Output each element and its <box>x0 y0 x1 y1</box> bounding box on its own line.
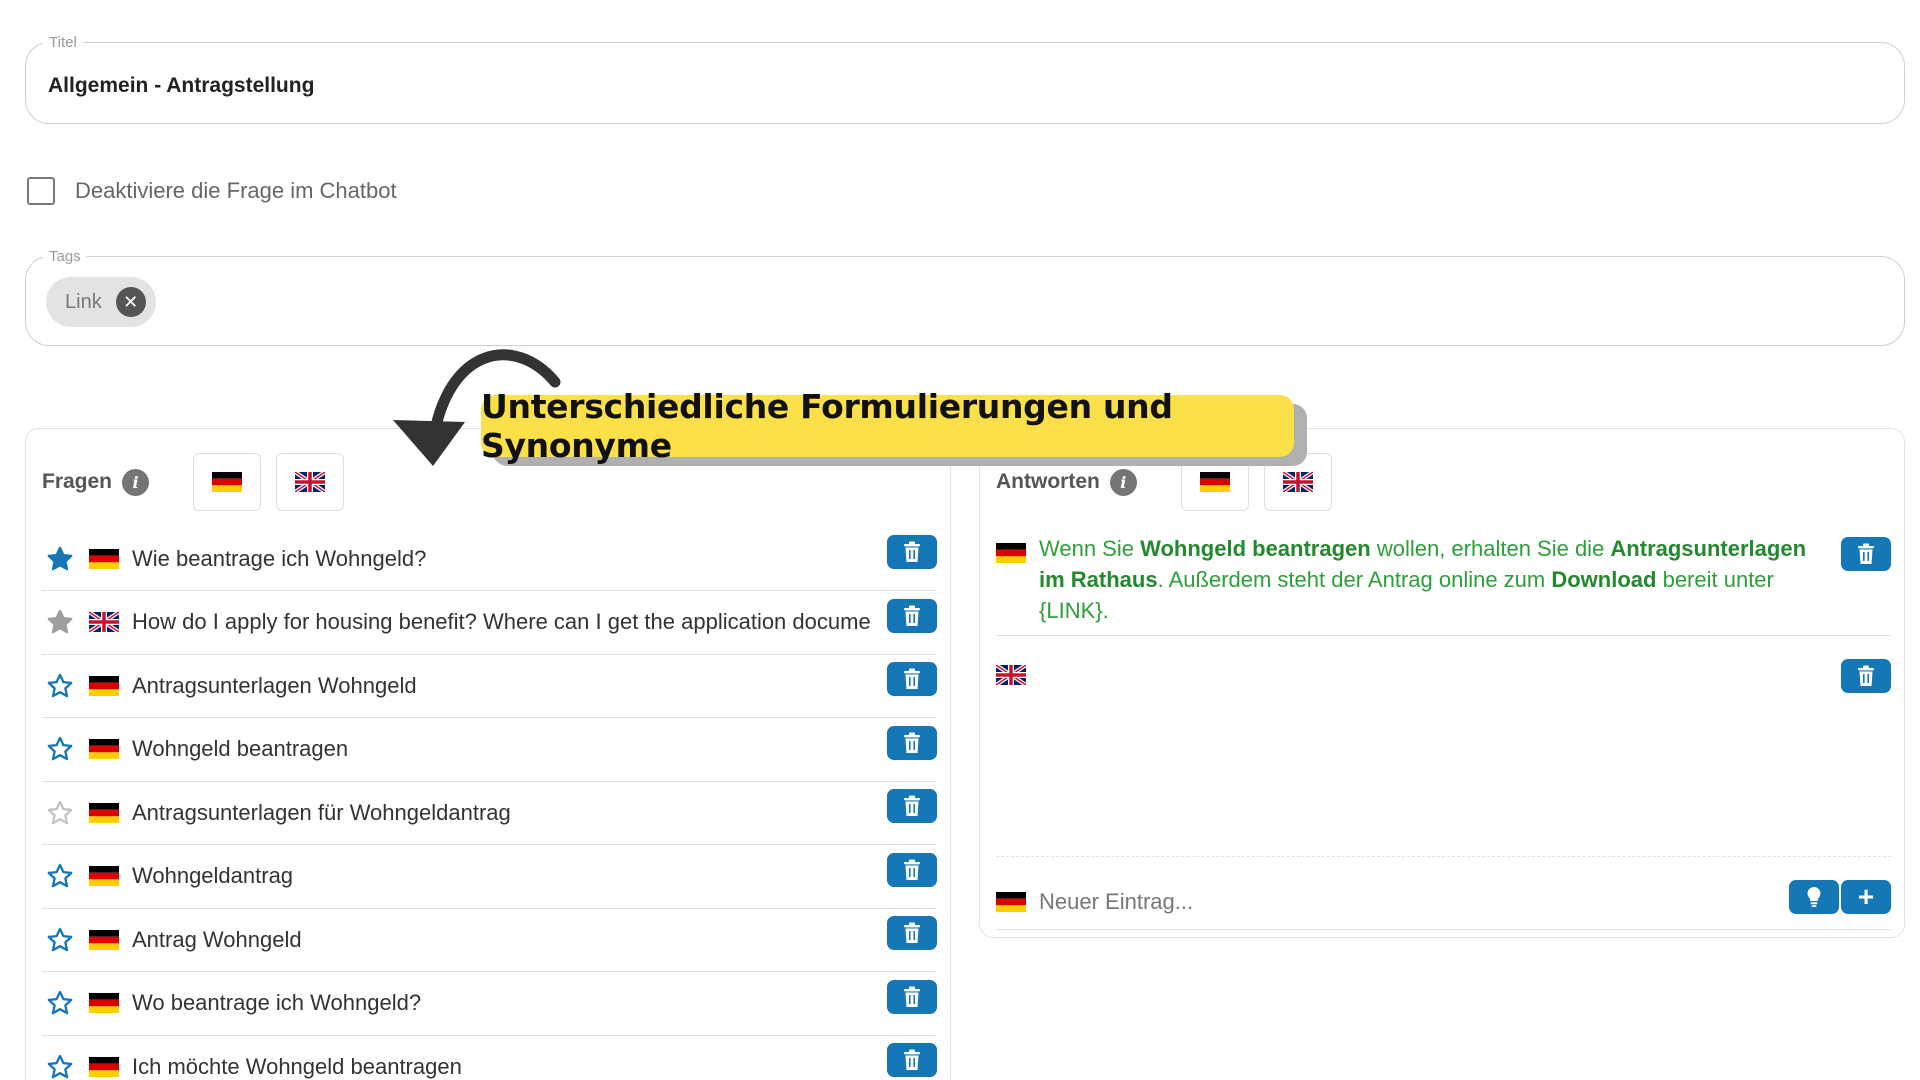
fragen-header: Fragen i <box>42 453 345 511</box>
delete-answer-button[interactable] <box>1841 659 1891 693</box>
star-icon[interactable] <box>46 545 74 573</box>
delete-question-button[interactable] <box>887 725 937 760</box>
answer-row-en[interactable] <box>996 655 1891 857</box>
trash-icon <box>902 1049 922 1071</box>
antworten-title: Antworten <box>996 470 1100 493</box>
question-row[interactable]: Antrag Wohngeld <box>42 908 937 972</box>
de-flag-icon <box>89 548 119 569</box>
delete-question-button[interactable] <box>887 852 937 887</box>
deactivate-label: Deaktiviere die Frage im Chatbot <box>75 178 397 203</box>
question-text[interactable]: Antragsunterlagen für Wohngeldantrag <box>132 800 872 826</box>
tags-field-label: Tags <box>43 248 87 265</box>
answer-row-de[interactable]: Wenn Sie Wohngeld beantragen wollen, erh… <box>996 533 1891 636</box>
question-text[interactable]: Antragsunterlagen Wohngeld <box>132 673 872 699</box>
deactivate-checkbox[interactable] <box>27 177 55 205</box>
trash-icon <box>1856 665 1876 687</box>
curved-arrow-icon <box>393 349 561 466</box>
trash-icon <box>902 732 922 754</box>
new-entry-input[interactable] <box>1039 888 1739 915</box>
trash-icon <box>902 795 922 817</box>
trash-icon <box>1856 543 1876 565</box>
info-icon[interactable]: i <box>1109 468 1137 496</box>
delete-question-button[interactable] <box>887 662 937 696</box>
star-icon[interactable] <box>46 926 74 954</box>
trash-icon <box>902 859 922 881</box>
question-row[interactable]: Wohngeld beantragen <box>42 718 937 782</box>
suggest-button[interactable] <box>1789 880 1839 914</box>
question-text[interactable]: Ich möchte Wohngeld beantragen <box>132 1054 872 1080</box>
callout-label: Unterschiedliche Formulierungen und Syno… <box>481 387 1294 465</box>
question-text[interactable]: Wohngeldantrag <box>132 863 872 889</box>
delete-question-button[interactable] <box>887 535 937 569</box>
de-flag-icon <box>89 866 119 886</box>
question-row[interactable]: Wie beantrage ich Wohngeld? <box>42 527 937 591</box>
deactivate-row[interactable]: Deaktiviere die Frage im Chatbot <box>27 177 397 205</box>
tag-chip-label: Link <box>65 290 102 313</box>
star-icon[interactable] <box>46 608 74 636</box>
question-text[interactable]: Wohngeld beantragen <box>132 736 872 762</box>
trash-icon <box>902 668 922 690</box>
star-icon[interactable] <box>46 672 74 700</box>
question-row[interactable]: Antragsunterlagen für Wohngeldantrag <box>42 781 937 845</box>
delete-question-button[interactable] <box>887 598 937 633</box>
question-row[interactable]: How do I apply for housing benefit? Wher… <box>42 591 937 655</box>
delete-question-button[interactable] <box>887 916 937 950</box>
question-text[interactable]: Antrag Wohngeld <box>132 927 872 953</box>
de-flag-icon <box>89 739 119 759</box>
delete-question-button[interactable] <box>887 789 937 823</box>
new-entry-row: + <box>996 874 1891 930</box>
delete-question-button[interactable] <box>887 979 937 1014</box>
de-flag-icon <box>996 891 1026 912</box>
gb-flag-icon <box>295 472 326 492</box>
close-circle-icon[interactable]: ✕ <box>115 287 146 317</box>
de-flag-icon <box>212 472 243 492</box>
question-text[interactable]: Wie beantrage ich Wohngeld? <box>132 546 872 572</box>
trash-icon <box>902 922 922 944</box>
lang-filter-en-button[interactable] <box>276 453 345 511</box>
title-field-label: Titel <box>43 34 83 51</box>
fragen-title: Fragen <box>42 470 113 493</box>
star-icon[interactable] <box>46 799 74 827</box>
de-flag-icon <box>89 675 119 696</box>
gb-flag-icon <box>89 612 119 632</box>
lightbulb-icon <box>1807 887 1821 907</box>
delete-question-button[interactable] <box>887 1043 937 1077</box>
callout-text: Unterschiedliche Formulierungen und Syno… <box>481 387 1173 465</box>
trash-icon <box>902 986 922 1008</box>
star-icon[interactable] <box>46 735 74 763</box>
question-row[interactable]: Wo beantrage ich Wohngeld? <box>42 972 937 1036</box>
question-text[interactable]: How do I apply for housing benefit? Wher… <box>132 609 872 635</box>
question-row[interactable]: Ich möchte Wohngeld beantragen <box>42 1035 937 1080</box>
de-flag-icon <box>89 993 119 1013</box>
gb-flag-icon <box>996 665 1026 685</box>
question-row[interactable]: Wohngeldantrag <box>42 845 937 909</box>
antworten-panel: Antworten i Wenn Sie Wohngeld beantragen… <box>979 428 1905 938</box>
trash-icon <box>902 605 922 627</box>
answer-text-de[interactable]: Wenn Sie Wohngeld beantragen wollen, erh… <box>1039 533 1829 626</box>
star-icon[interactable] <box>46 989 74 1017</box>
de-flag-icon <box>89 802 119 823</box>
add-entry-button[interactable]: + <box>1841 880 1891 914</box>
lang-filter-de-button[interactable] <box>193 453 262 511</box>
de-flag-icon <box>1199 472 1230 492</box>
title-value[interactable]: Allgemein - Antragstellung <box>48 74 314 98</box>
info-icon[interactable]: i <box>122 468 150 496</box>
de-flag-icon <box>996 543 1026 563</box>
gb-flag-icon <box>1282 472 1313 492</box>
de-flag-icon <box>89 1056 119 1077</box>
tag-chip[interactable]: Link ✕ <box>46 277 156 327</box>
title-field[interactable]: Titel Allgemein - Antragstellung <box>25 34 1905 124</box>
delete-answer-button[interactable] <box>1841 537 1891 571</box>
de-flag-icon <box>89 929 119 950</box>
fragen-panel: Fragen i Wie beantrage ich Wohngeld? How … <box>25 428 951 1080</box>
question-text[interactable]: Wo beantrage ich Wohngeld? <box>132 990 872 1016</box>
star-icon[interactable] <box>46 1053 74 1080</box>
trash-icon <box>902 541 922 563</box>
question-row[interactable]: Antragsunterlagen Wohngeld <box>42 654 937 718</box>
tags-field[interactable]: Tags Link ✕ <box>25 248 1905 346</box>
star-icon[interactable] <box>46 862 74 890</box>
